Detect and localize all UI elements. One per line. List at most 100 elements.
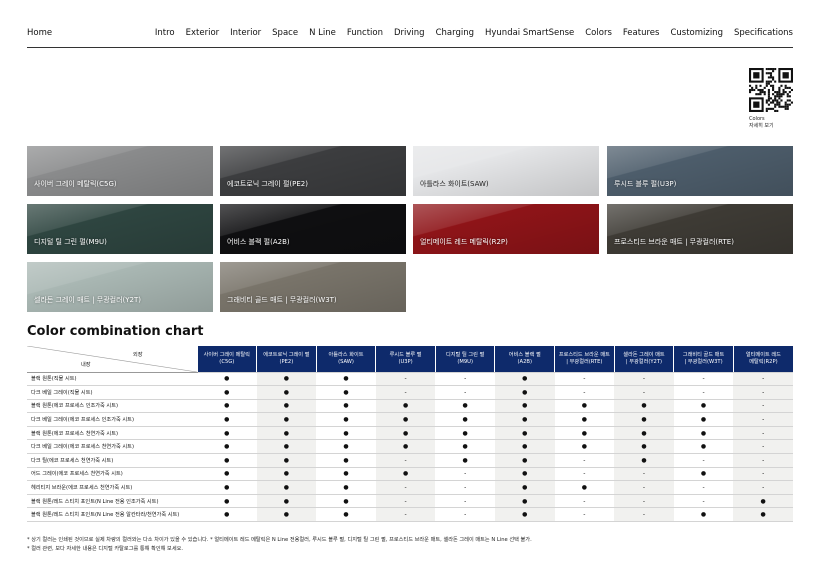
availability-cell: - <box>614 372 674 387</box>
swatch-label: 아틀라스 화이트(SAW) <box>420 180 489 188</box>
interior-name: 다크 베일 그레이(에코 프로세스 천연가죽 시트) <box>27 439 197 455</box>
exterior-label: 외장 <box>132 352 143 358</box>
availability-cell: - <box>435 467 495 482</box>
interior-name: 블랙 원톤(에코 프로세스 천연가죽 시트) <box>27 426 197 441</box>
availability-cell: ● <box>614 453 674 468</box>
nav-item[interactable]: Specifications <box>734 28 793 38</box>
availability-cell: ● <box>316 453 376 468</box>
nav-item[interactable]: Exterior <box>186 28 220 38</box>
availability-cell: ● <box>554 426 615 441</box>
availability-cell: - <box>733 453 793 468</box>
header-line: (SAW) <box>338 358 354 365</box>
interior-name: 블랙 원톤(에코 프로세스 인조가죽 시트) <box>27 399 197 414</box>
availability-cell: - <box>673 453 734 468</box>
exterior-color-header: 프로스티드 브라운 매트 | 무광컬러(RTE) <box>554 346 615 373</box>
interior-name: 다크 베일 그레이(직물 시트) <box>27 385 197 400</box>
exterior-color-header: 디지털 틸 그린 펄 (M9U) <box>434 346 495 373</box>
availability-cell: ● <box>316 385 376 400</box>
availability-cell: ● <box>256 507 317 523</box>
header-line: (PE2) <box>279 358 294 365</box>
nav-item[interactable]: Intro <box>155 28 175 38</box>
availability-cell: ● <box>197 426 257 441</box>
swatch-label: 어비스 블랙 펄(A2B) <box>227 238 290 246</box>
availability-cell: ● <box>316 426 376 441</box>
footnote-1: * 상기 컬러는 인쇄된 것이므로 실제 차량의 컬러와는 다소 차이가 있을 … <box>27 537 532 543</box>
availability-cell: - <box>435 372 495 387</box>
table-row: 다크 틸(에코 프로세스 천연가죽 시트) ● ● ● - ● ● - ● - - <box>27 453 793 468</box>
color-combination-table: 외장 내장 사이버 그레이 메탈릭 (C5G) 에코트로닉 그레이 펄 (PE2) 아틀… <box>27 346 793 523</box>
availability-cell: - <box>375 372 436 387</box>
availability-cell: ● <box>256 480 317 495</box>
nav-item[interactable]: Interior <box>230 28 261 38</box>
swatch-label: 루시드 블루 펄(U3P) <box>614 180 677 188</box>
availability-cell: - <box>554 467 615 482</box>
availability-cell: ● <box>256 372 317 387</box>
availability-cell: - <box>733 439 793 455</box>
availability-cell: ● <box>673 439 734 455</box>
nav-item[interactable]: Customizing <box>670 28 723 38</box>
interior-name: 블랙 원톤/레드 스티치 포인트(N Line 전용 알칸타라/천연가죽 시트) <box>27 507 197 523</box>
availability-cell: - <box>554 507 615 523</box>
table-row: 블랙 원톤(에코 프로세스 천연가죽 시트) ● ● ● ● ● ● ● ● ● - <box>27 426 793 441</box>
table-row: 어드 그레이(에코 프로세스 천연가죽 시트) ● ● ● ● - ● - - ● - <box>27 467 793 482</box>
interior-name: 다크 베일 그레이(에코 프로세스 인조가죽 시트) <box>27 412 197 427</box>
nav-home-link[interactable]: Home <box>27 28 52 38</box>
availability-cell: ● <box>494 372 555 387</box>
availability-cell: - <box>733 467 793 482</box>
availability-cell: ● <box>554 480 615 495</box>
availability-cell: ● <box>316 494 376 509</box>
color-swatch: 얼티메이트 레드 메탈릭(R2P) <box>413 204 599 254</box>
exterior-color-header: 루시드 블루 펄 (U3P) <box>375 346 436 373</box>
table-row: 다크 베일 그레이(직물 시트) ● ● ● - - ● - - - - <box>27 385 793 400</box>
header-line: (U3P) <box>398 358 413 365</box>
footnotes: * 상기 컬러는 인쇄된 것이므로 실제 차량의 컬러와는 다소 차이가 있을 … <box>27 536 532 554</box>
nav-item[interactable]: Hyundai SmartSense <box>485 28 574 38</box>
header-line: 프로스티드 브라운 매트 <box>558 351 610 358</box>
availability-cell: ● <box>673 507 734 523</box>
availability-cell: - <box>614 385 674 400</box>
nav-item[interactable]: Charging <box>436 28 474 38</box>
swatch-label: 프로스티드 브라운 매트 | 무광컬러(RTE) <box>614 238 734 246</box>
interior-name: 블랙 원톤/레드 스티치 포인트(N Line 전용 인조가죽 시트) <box>27 494 197 509</box>
availability-cell: ● <box>375 399 436 414</box>
nav-menu: Intro Exterior Interior Space N Line Function… <box>144 28 793 38</box>
availability-cell: ● <box>256 412 317 427</box>
swatch-label: 디지털 틸 그린 펄(M9U) <box>34 238 107 246</box>
availability-cell: ● <box>197 372 257 387</box>
color-swatch: 아틀라스 화이트(SAW) <box>413 146 599 196</box>
nav-item[interactable]: Features <box>623 28 660 38</box>
nav-item[interactable]: Function <box>347 28 383 38</box>
availability-cell: ● <box>256 426 317 441</box>
availability-cell: ● <box>435 439 495 455</box>
availability-cell: ● <box>316 507 376 523</box>
header-line: | 무광컬러(Y2T) <box>625 358 663 365</box>
header-line: 사이버 그레이 메탈릭 <box>203 351 250 358</box>
exterior-color-header: 아틀라스 화이트 (SAW) <box>315 346 376 373</box>
availability-cell: ● <box>256 439 317 455</box>
availability-cell: ● <box>494 467 555 482</box>
availability-cell: ● <box>494 426 555 441</box>
availability-cell: ● <box>733 494 793 509</box>
table-row: 다크 베일 그레이(에코 프로세스 천연가죽 시트) ● ● ● ● ● ● ● ● ● - <box>27 439 793 455</box>
exterior-color-header: 어비스 블랙 펄 (A2B) <box>494 346 555 373</box>
availability-cell: - <box>554 494 615 509</box>
availability-cell: ● <box>197 412 257 427</box>
nav-item[interactable]: Colors <box>585 28 612 38</box>
exterior-color-header: 그래비티 골드 매트 | 무광컬러(W3T) <box>673 346 734 373</box>
nav-item[interactable]: Driving <box>394 28 425 38</box>
availability-cell: ● <box>554 412 615 427</box>
availability-cell: ● <box>494 412 555 427</box>
exterior-color-header: 사이버 그레이 메탈릭 (C5G) <box>196 346 257 373</box>
diagonal-divider <box>27 346 197 372</box>
exterior-color-header: 에코트로닉 그레이 펄 (PE2) <box>256 346 317 373</box>
availability-cell: - <box>554 385 615 400</box>
nav-item[interactable]: N Line <box>309 28 336 38</box>
availability-cell: - <box>375 453 436 468</box>
availability-cell: - <box>733 480 793 495</box>
header-line: 아틀라스 화이트 <box>328 351 364 358</box>
availability-cell: ● <box>435 399 495 414</box>
availability-cell: ● <box>494 439 555 455</box>
availability-cell: - <box>673 494 734 509</box>
availability-cell: ● <box>435 453 495 468</box>
nav-item[interactable]: Space <box>272 28 298 38</box>
